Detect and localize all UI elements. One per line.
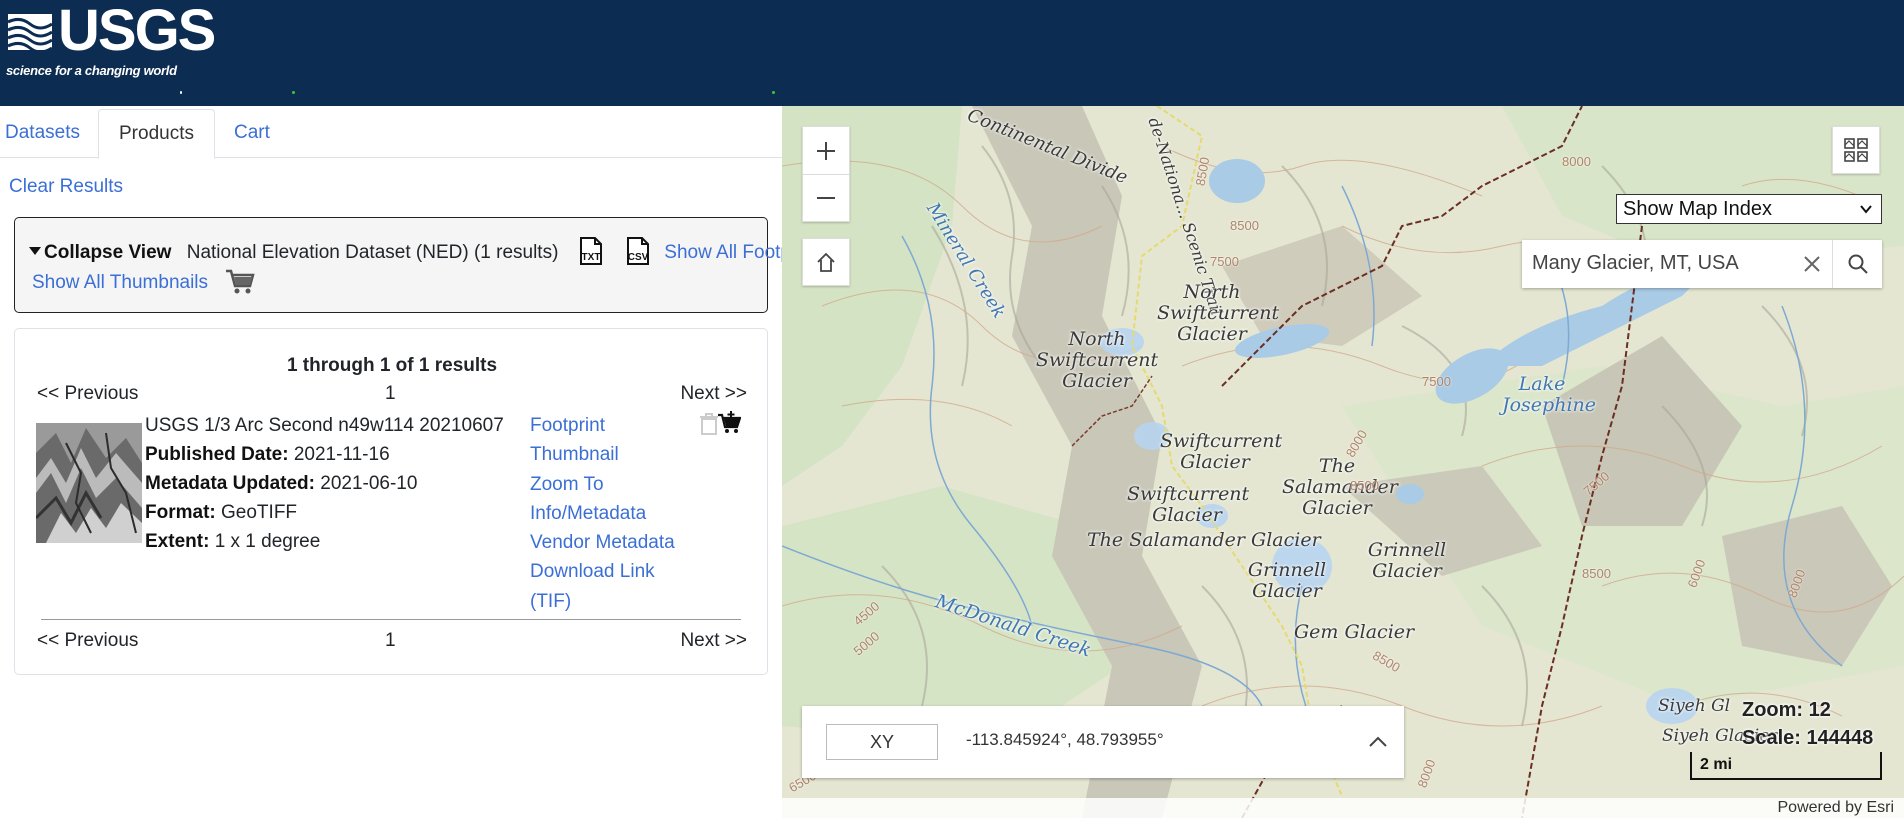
published-date-value: 2021-11-16 — [293, 444, 390, 465]
map-label: Swiftcurrent Glacier — [1160, 430, 1283, 473]
metadata-updated-value: 2021-06-10 — [320, 473, 418, 494]
map-label: The Salamander Glacier — [1087, 529, 1321, 551]
elevation-thumbnail-image — [36, 423, 142, 543]
svg-text:TXT: TXT — [581, 252, 600, 263]
minus-icon — [817, 197, 835, 199]
map-label: North Swiftcurrent Glacier — [1035, 328, 1159, 392]
txt-file-icon[interactable]: TXT — [576, 236, 606, 266]
basemap-gallery-icon — [1844, 138, 1868, 162]
map-label: North Swiftcurrent Glacier — [1157, 281, 1280, 345]
location-search: Many Glacier, MT, USA — [1522, 240, 1882, 288]
format-label: Format: — [145, 502, 216, 523]
search-icon — [1848, 254, 1868, 274]
map-label: Swiftcurrent Glacier — [1127, 483, 1250, 526]
map-index-select[interactable]: Show Map Index — [1616, 194, 1882, 224]
results-panel: 1 through 1 of 1 results << Previous 1 N… — [14, 328, 768, 675]
result-actions: Footprint Thumbnail Zoom To Info/Metadat… — [530, 411, 675, 616]
page-number: 1 — [385, 383, 396, 404]
extent-label: Extent: — [145, 531, 210, 552]
download-link-format[interactable]: (TIF) — [530, 587, 675, 616]
map-label: Gem Glacier — [1294, 621, 1415, 643]
app-header: USGS science for a changing world — [0, 0, 1904, 106]
divider — [41, 619, 741, 620]
zoom-to-link[interactable]: Zoom To — [530, 470, 675, 499]
contour-label: 8500 — [1582, 566, 1611, 581]
header-artifact — [292, 91, 295, 94]
page-number: 1 — [385, 630, 396, 651]
contour-label: 8500 — [1230, 218, 1259, 233]
tab-cart[interactable]: Cart — [216, 109, 288, 159]
result-thumbnail[interactable] — [36, 423, 142, 543]
scale-value: Scale: 144448 — [1742, 727, 1874, 749]
footprint-link[interactable]: Footprint — [530, 411, 675, 440]
add-to-cart-icon[interactable] — [717, 411, 741, 435]
published-date-label: Published Date: — [145, 444, 289, 465]
next-page-button[interactable]: Next >> — [680, 383, 747, 405]
map-label: Lake Josephine — [1502, 373, 1597, 416]
zoom-in-button[interactable] — [802, 126, 850, 174]
result-title: USGS 1/3 Arc Second n49w114 20210607 — [145, 415, 504, 436]
plus-icon — [817, 141, 835, 160]
tab-datasets[interactable]: Datasets — [0, 109, 98, 159]
map-view[interactable]: Continental Divide de-Nationa... Scenic … — [782, 106, 1904, 818]
zoom-out-button[interactable] — [802, 174, 850, 222]
zoom-level: Zoom: 12 — [1742, 699, 1831, 721]
usgs-logo[interactable]: USGS science for a changing world — [6, 2, 216, 80]
info-metadata-link[interactable]: Info/Metadata — [530, 499, 675, 528]
coordinate-mode-button[interactable]: XY — [826, 724, 938, 760]
dataset-title: National Elevation Dataset (NED) (1 resu… — [186, 242, 559, 263]
chevron-up-icon[interactable] — [1366, 730, 1390, 754]
search-button[interactable] — [1832, 240, 1882, 288]
map-label: Grinnell Glacier — [1247, 559, 1327, 602]
download-link[interactable]: Download Link — [530, 557, 675, 586]
contour-label: 7500 — [1210, 254, 1239, 269]
usgs-wave-logo-icon — [7, 14, 53, 54]
chevron-down-icon — [1860, 205, 1872, 214]
format-value: GeoTIFF — [221, 502, 298, 523]
contour-label: 8000 — [1562, 154, 1591, 169]
scale-bar-label: 2 mi — [1700, 756, 1733, 773]
header-artifact — [180, 91, 182, 94]
caret-down-icon — [29, 247, 41, 255]
collapse-view-toggle[interactable]: Collapse View — [29, 242, 171, 263]
next-page-button[interactable]: Next >> — [680, 630, 747, 652]
show-all-thumbnails-link[interactable]: Show All Thumbnails — [32, 272, 208, 293]
logo-tagline: science for a changing world — [6, 63, 177, 78]
location-search-input[interactable]: Many Glacier, MT, USA — [1532, 252, 1739, 275]
map-label: Grinnell Glacier — [1367, 539, 1447, 582]
close-icon[interactable] — [1802, 254, 1822, 274]
previous-page-button[interactable]: << Previous — [37, 383, 138, 405]
clear-results-link[interactable]: Clear Results — [9, 176, 123, 198]
map-attribution[interactable]: Powered by Esri — [782, 798, 1904, 818]
home-button[interactable] — [802, 238, 850, 286]
map-label: Siyeh Gl — [1658, 696, 1731, 716]
home-icon — [817, 252, 835, 272]
basemap-gallery-button[interactable] — [1832, 126, 1880, 174]
contour-label: 7500 — [1422, 374, 1451, 389]
results-count: 1 through 1 of 1 results — [286, 355, 498, 376]
tab-products[interactable]: Products — [98, 109, 215, 159]
map-index-select-value: Show Map Index — [1623, 198, 1772, 220]
result-details: USGS 1/3 Arc Second n49w114 20210607 Pub… — [145, 411, 504, 556]
scale-bar: 2 mi — [1690, 752, 1882, 780]
svg-text:CSV: CSV — [628, 252, 649, 263]
tab-bar: Datasets Products Cart — [0, 106, 782, 159]
header-artifact — [772, 91, 775, 94]
zoom-scale-readout: Zoom: 12 Scale: 144448 — [1742, 696, 1873, 752]
previous-page-button[interactable]: << Previous — [37, 630, 138, 652]
collapse-view-label: Collapse View — [44, 242, 172, 263]
contour-label: 8500 — [1350, 478, 1379, 493]
coordinate-readout: -113.845924°, 48.793955° — [966, 730, 1164, 749]
extent-value: 1 x 1 degree — [214, 531, 321, 552]
thumbnail-link[interactable]: Thumbnail — [530, 440, 675, 469]
coordinate-panel: XY -113.845924°, 48.793955° — [802, 706, 1404, 778]
trash-icon[interactable] — [699, 413, 719, 435]
dataset-summary-panel: Collapse View National Elevation Dataset… — [14, 217, 827, 313]
logo-wordmark: USGS — [58, 0, 216, 63]
shopping-cart-icon[interactable] — [225, 268, 255, 296]
csv-file-icon[interactable]: CSV — [623, 236, 653, 266]
vendor-metadata-link[interactable]: Vendor Metadata — [530, 528, 675, 557]
metadata-updated-label: Metadata Updated: — [145, 473, 315, 494]
